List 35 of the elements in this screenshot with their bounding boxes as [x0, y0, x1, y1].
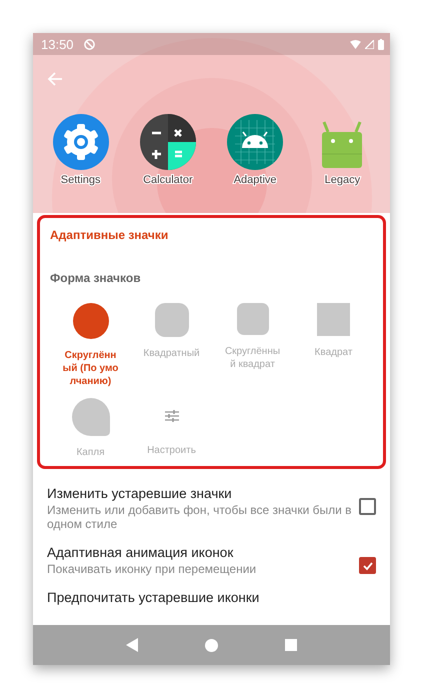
- checkbox[interactable]: [359, 498, 376, 515]
- home-nav-icon[interactable]: [204, 638, 218, 652]
- app-label: Adaptive: [234, 174, 277, 186]
- battery-icon: [378, 38, 384, 50]
- shape-option[interactable]: Настроить: [131, 398, 212, 459]
- back-arrow-icon: [47, 71, 63, 87]
- setting-row[interactable]: Изменить устаревшие значки Изменить или добавить фон, чтобы все значки были в одном стиле: [33, 479, 390, 538]
- setting-subtitle: Покачивать иконку при перемещении: [47, 562, 258, 576]
- shape-option[interactable]: Скруглённый квадрат: [212, 303, 293, 388]
- signal-icon: [365, 40, 374, 48]
- shape-option[interactable]: Капля: [50, 398, 131, 459]
- shape-option[interactable]: Скруглённый (По умолчанию): [50, 303, 131, 388]
- setting-row[interactable]: Предпочитать устаревшие иконки: [33, 583, 390, 612]
- setting-title: Изменить устаревшие значки: [47, 486, 233, 501]
- status-time: 13:50: [41, 36, 74, 52]
- wifi-icon: [350, 40, 361, 48]
- do-not-disturb-icon: [84, 38, 95, 50]
- app-label: Legacy: [324, 174, 360, 186]
- setting-title: Предпочитать устаревшие иконки: [47, 590, 260, 605]
- app-label: Calculator: [143, 174, 193, 186]
- setting-row[interactable]: Адаптивная анимация иконок Покачивать иконку при перемещении: [33, 538, 390, 583]
- app-label: Settings: [60, 174, 100, 186]
- checkbox[interactable]: [359, 557, 376, 574]
- check-icon: [362, 560, 374, 572]
- robot-app-icon: [227, 114, 284, 170]
- shape-option[interactable]: Квадрат: [293, 303, 374, 388]
- gear-app-icon: [52, 114, 109, 170]
- back-nav-icon[interactable]: [126, 638, 138, 652]
- shape-option[interactable]: Квадратный: [131, 303, 212, 388]
- setting-title: Адаптивная анимация иконок: [47, 545, 234, 560]
- section-title: Адаптивные значки: [50, 228, 170, 242]
- shape-title: Форма значков: [50, 271, 142, 285]
- recents-nav-icon[interactable]: [284, 639, 297, 651]
- setting-subtitle: Изменить или добавить фон, чтобы все значки были в одном стиле: [47, 503, 353, 531]
- sliders-icon: [164, 408, 180, 424]
